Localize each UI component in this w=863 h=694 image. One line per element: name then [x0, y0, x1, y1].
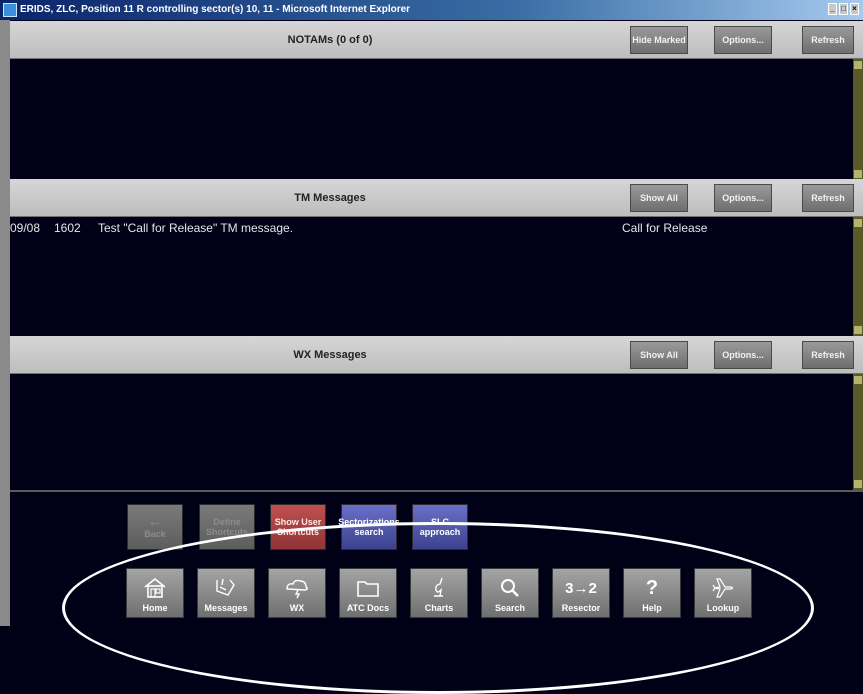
resector-icon: 3→2 — [565, 579, 597, 597]
resector-button[interactable]: 3→2 Resector — [552, 568, 610, 618]
tm-options-button[interactable]: Options... — [714, 184, 772, 212]
wx-refresh-button[interactable]: Refresh — [802, 341, 854, 369]
wx-header: WX Messages Show All Options... Refresh — [10, 336, 863, 374]
define-shortcuts-label: Define Shortcuts — [205, 517, 248, 537]
wx-title: WX Messages — [293, 349, 367, 361]
search-button[interactable]: Search — [481, 568, 539, 618]
table-row[interactable]: 09/08 1602 Test "Call for Release" TM me… — [10, 220, 853, 236]
divider — [10, 490, 863, 492]
wx-label: WX — [289, 603, 305, 613]
help-icon: ? — [645, 576, 659, 599]
hide-marked-button[interactable]: Hide Marked — [630, 26, 688, 54]
scroll-down-icon[interactable] — [854, 170, 862, 178]
notams-scrollbar[interactable] — [853, 59, 863, 180]
atc-docs-label: ATC Docs — [346, 603, 390, 613]
lookup-button[interactable]: Lookup — [694, 568, 752, 618]
scroll-up-icon[interactable] — [854, 219, 862, 227]
scroll-up-icon[interactable] — [854, 376, 862, 384]
tm-show-all-button[interactable]: Show All — [630, 184, 688, 212]
maximize-button[interactable]: □ — [839, 3, 848, 15]
msg-type: Call for Release — [622, 221, 708, 235]
minimize-button[interactable]: _ — [828, 3, 837, 15]
notams-header: NOTAMs (0 of 0) Hide Marked Options... R… — [10, 21, 863, 59]
notams-panel — [10, 59, 853, 180]
home-label: Home — [142, 603, 168, 613]
notams-title: NOTAMs (0 of 0) — [287, 34, 373, 46]
weather-icon — [269, 573, 325, 603]
notams-options-button[interactable]: Options... — [714, 26, 772, 54]
back-button[interactable]: ← Back — [127, 504, 183, 550]
bottom-toolbar: ← Back Define Shortcuts Show User Shortc… — [10, 490, 863, 626]
messages-label: Messages — [204, 603, 248, 613]
help-button[interactable]: ? Help — [623, 568, 681, 618]
tm-header: TM Messages Show All Options... Refresh — [10, 179, 863, 217]
airplane-icon — [695, 573, 751, 603]
window-title: ERIDS, ZLC, Position 11 R controlling se… — [20, 4, 411, 15]
left-border — [0, 20, 10, 626]
msg-time: 1602 — [54, 221, 81, 235]
search-label: Search — [494, 603, 526, 613]
msg-text: Test "Call for Release" TM message. — [98, 221, 294, 235]
wx-scrollbar[interactable] — [853, 374, 863, 490]
window-title-bar: ERIDS, ZLC, Position 11 R controlling se… — [0, 0, 863, 20]
scroll-up-icon[interactable] — [854, 61, 862, 69]
back-label: Back — [144, 529, 166, 539]
messages-button[interactable]: Messages — [197, 568, 255, 618]
search-icon — [482, 573, 538, 603]
wx-panel — [10, 374, 853, 490]
ie-icon — [3, 3, 17, 17]
home-button[interactable]: Home — [126, 568, 184, 618]
left-arrow-icon: ← — [147, 513, 163, 530]
charts-icon — [411, 573, 467, 603]
messages-icon — [198, 573, 254, 603]
define-shortcuts-button[interactable]: Define Shortcuts — [199, 504, 255, 550]
folder-icon — [340, 573, 396, 603]
notams-refresh-button[interactable]: Refresh — [802, 26, 854, 54]
help-label: Help — [642, 603, 662, 613]
msg-date: 09/08 — [10, 221, 41, 235]
atc-docs-button[interactable]: ATC Docs — [339, 568, 397, 618]
show-user-shortcuts-label: Show User Shortcuts — [274, 517, 322, 537]
lookup-label: Lookup — [706, 603, 740, 613]
tm-refresh-button[interactable]: Refresh — [802, 184, 854, 212]
tm-panel: 09/08 1602 Test "Call for Release" TM me… — [10, 217, 853, 336]
home-icon — [127, 573, 183, 603]
scroll-down-icon[interactable] — [854, 480, 862, 488]
slc-approach-button[interactable]: SLC approach — [412, 504, 468, 550]
show-user-shortcuts-button[interactable]: Show User Shortcuts — [270, 504, 326, 550]
wx-show-all-button[interactable]: Show All — [630, 341, 688, 369]
charts-label: Charts — [424, 603, 454, 613]
tm-scrollbar[interactable] — [853, 217, 863, 336]
close-button[interactable]: × — [850, 3, 859, 15]
scroll-down-icon[interactable] — [854, 326, 862, 334]
sectorizations-search-button[interactable]: Sectorizations search — [338, 504, 400, 550]
charts-button[interactable]: Charts — [410, 568, 468, 618]
sectorizations-search-label: Sectorizations search — [338, 517, 400, 537]
resector-label: Resector — [561, 603, 601, 613]
slc-approach-label: SLC approach — [419, 517, 461, 537]
wx-button[interactable]: WX — [268, 568, 326, 618]
tm-title: TM Messages — [294, 192, 366, 204]
wx-options-button[interactable]: Options... — [714, 341, 772, 369]
